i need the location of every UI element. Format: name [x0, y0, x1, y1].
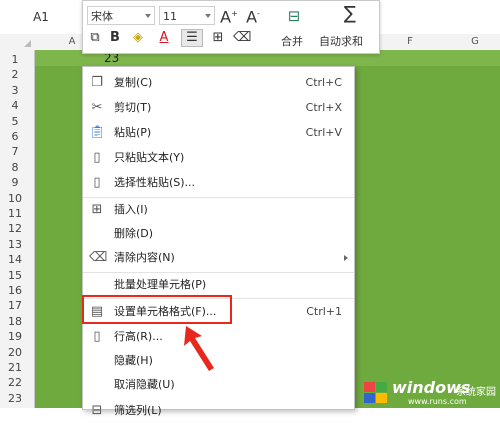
menu-item-label: 清除内容(N)	[114, 251, 175, 264]
menu-item-copy[interactable]: ❐ 复制(C) Ctrl+C	[83, 71, 354, 95]
menu-item-paste-text[interactable]: ▯ 只粘贴文本(Y)	[83, 146, 354, 170]
menu-item-shortcut: Ctrl+V	[305, 126, 342, 139]
menu-item-paste[interactable]: 📋︎ 粘贴(P) Ctrl+V	[83, 121, 354, 145]
row-number[interactable]: 15	[0, 268, 30, 284]
row-number[interactable]: 11	[0, 206, 30, 222]
column-a-header[interactable]: A	[62, 34, 82, 50]
menu-item-batch-cells[interactable]: 批量处理单元格(P)	[83, 273, 354, 297]
menu-item-label: 删除(D)	[114, 227, 154, 240]
merge-cells-icon[interactable]: ⊟	[283, 7, 305, 25]
row-number[interactable]: 13	[0, 237, 30, 253]
menu-item-label: 筛选列(L)	[114, 404, 162, 417]
decrease-font-icon[interactable]: A-	[243, 5, 263, 26]
submenu-arrow-icon	[344, 255, 348, 261]
menu-item-label: 取消隐藏(U)	[114, 378, 175, 391]
font-size-select[interactable]: 11	[159, 6, 215, 25]
menu-item-label: 插入(I)	[114, 203, 148, 216]
paste-icon: 📋︎	[89, 125, 106, 140]
menu-item-label: 只粘贴文本(Y)	[114, 151, 185, 164]
merge-label[interactable]: 合并	[281, 33, 303, 49]
autosum-label[interactable]: 自动求和	[319, 33, 363, 49]
watermark-url: www.runs.com	[408, 397, 467, 406]
font-color-icon[interactable]: A	[153, 29, 175, 47]
row-height-icon: ▯	[93, 329, 101, 344]
menu-item-unhide[interactable]: 取消隐藏(U)	[83, 373, 354, 397]
row-number[interactable]: 12	[0, 221, 30, 237]
row-number[interactable]: 6	[0, 129, 30, 145]
borders-icon[interactable]: ⊞	[207, 29, 229, 47]
menu-item-clear-contents[interactable]: ⌫ 清除内容(N)	[83, 246, 354, 270]
row-number[interactable]: 2	[0, 67, 30, 83]
chevron-down-icon	[145, 14, 151, 18]
annotation-arrow-icon	[184, 326, 214, 371]
scissors-icon: ✂	[91, 100, 103, 115]
select-all-button[interactable]	[0, 34, 34, 50]
filter-icon: ⊟	[91, 403, 103, 418]
menu-item-label: 行高(R)...	[114, 330, 163, 343]
menu-item-filter[interactable]: ⊟ 筛选列(L)	[83, 399, 354, 423]
copy-icon: ❐	[91, 75, 103, 90]
row-header: 1 2 3 4 5 6 7 8 9 10 11 12 13 14 15 16 17 18 19 20 21 22 23	[0, 50, 35, 408]
menu-item-label: 粘贴(P)	[114, 126, 152, 139]
menu-item-shortcut: Ctrl+C	[305, 76, 342, 89]
eraser-icon: ⌫	[89, 250, 108, 265]
align-center-icon[interactable]: ☰	[181, 29, 203, 47]
annotation-highlight-box	[82, 295, 232, 324]
row-number[interactable]: 7	[0, 144, 30, 160]
row-number[interactable]: 4	[0, 98, 30, 114]
row-number[interactable]: 20	[0, 345, 30, 361]
menu-item-insert[interactable]: ⊞ 插入(I)	[83, 198, 354, 222]
row-number[interactable]: 21	[0, 360, 30, 376]
paste-special-icon: ▯	[93, 175, 101, 190]
font-name-select[interactable]: 宋体	[87, 6, 155, 25]
row-number[interactable]: 22	[0, 375, 30, 391]
row-number[interactable]: 19	[0, 329, 30, 345]
menu-item-label: 批量处理单元格(P)	[114, 278, 207, 291]
menu-item-paste-special[interactable]: ▯ 选择性粘贴(S)...	[83, 171, 354, 195]
menu-item-shortcut: Ctrl+X	[305, 101, 342, 114]
paste-text-icon: ▯	[93, 150, 101, 165]
row-number[interactable]: 9	[0, 175, 30, 191]
row-number[interactable]: 8	[0, 160, 30, 176]
sum-icon[interactable]: ∑	[339, 5, 361, 23]
menu-item-label: 复制(C)	[114, 76, 153, 89]
menu-item-label: 剪切(T)	[114, 101, 152, 114]
column-g-header[interactable]: G	[465, 34, 485, 50]
insert-icon: ⊞	[91, 202, 103, 217]
menu-item-shortcut: Ctrl+1	[306, 305, 342, 318]
row-number[interactable]: 1	[0, 52, 30, 68]
row-number[interactable]: 14	[0, 252, 30, 268]
increase-font-icon[interactable]: A+	[219, 5, 239, 26]
chevron-down-icon	[205, 14, 211, 18]
format-painter-icon[interactable]: ⧉	[87, 29, 103, 47]
row-number[interactable]: 23	[0, 391, 30, 407]
column-f-header[interactable]: F	[400, 34, 420, 50]
row-number[interactable]: 5	[0, 114, 30, 130]
fill-color-icon[interactable]: ◈	[127, 29, 149, 47]
name-box[interactable]: A1	[0, 6, 82, 28]
row-number[interactable]: 17	[0, 298, 30, 314]
watermark-site: 系统家园	[456, 387, 496, 398]
clear-format-icon[interactable]: ⌫	[233, 29, 251, 47]
watermark-logo: windows 系统家园 www.runs.com	[362, 370, 500, 408]
menu-item-cut[interactable]: ✂ 剪切(T) Ctrl+X	[83, 96, 354, 120]
row-number[interactable]: 16	[0, 283, 30, 299]
row-number[interactable]: 18	[0, 314, 30, 330]
menu-item-delete[interactable]: 删除(D)	[83, 222, 354, 246]
font-name-value: 宋体	[91, 10, 113, 23]
bold-icon[interactable]: B	[107, 29, 123, 47]
menu-item-label: 选择性粘贴(S)...	[114, 176, 196, 189]
row-number[interactable]: 3	[0, 83, 30, 99]
row-number[interactable]: 10	[0, 191, 30, 207]
mini-toolbar: 宋体 11 A+ A- ⧉ B ◈ A ☰ ⊞ ⌫ ⊟ 合并 ∑ 自动求和	[82, 0, 380, 54]
menu-item-label: 隐藏(H)	[114, 354, 153, 367]
font-size-value: 11	[163, 10, 177, 23]
